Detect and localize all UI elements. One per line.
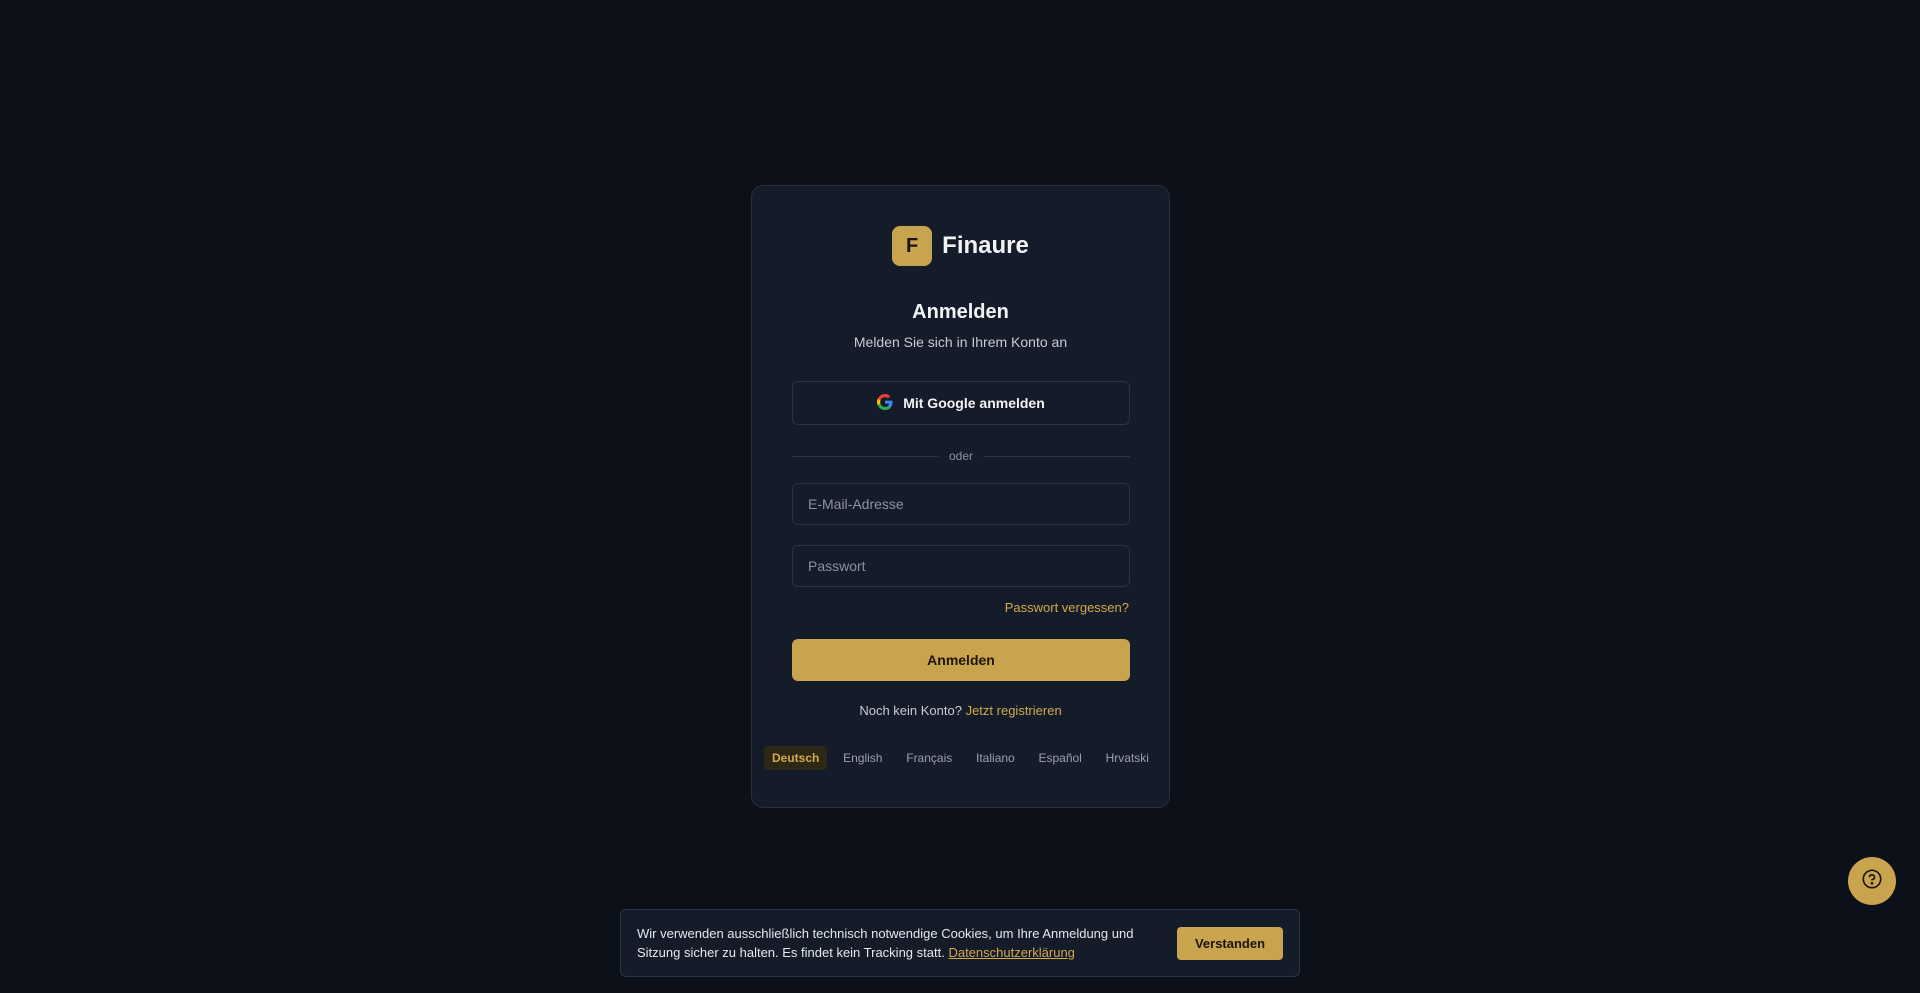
brand-badge: F bbox=[892, 226, 933, 266]
login-card: F Finaure Anmelden Melden Sie sich in Ih… bbox=[751, 185, 1170, 808]
divider-text: oder bbox=[948, 449, 974, 463]
language-option-espanol[interactable]: Español bbox=[1030, 746, 1089, 770]
help-button[interactable] bbox=[1848, 857, 1896, 905]
cookie-accept-button[interactable]: Verstanden bbox=[1177, 926, 1283, 960]
divider-line-right bbox=[983, 455, 1130, 457]
register-link[interactable]: Jetzt registrieren bbox=[966, 703, 1062, 718]
brand-logo: F Finaure bbox=[752, 226, 1169, 266]
password-input[interactable] bbox=[792, 545, 1130, 587]
help-circle-icon bbox=[1861, 868, 1883, 895]
brand-name: Finaure bbox=[942, 232, 1029, 259]
cookie-text-block: Wir verwenden ausschließlich technisch n… bbox=[637, 924, 1157, 962]
google-icon bbox=[877, 393, 893, 413]
or-divider: oder bbox=[792, 448, 1130, 464]
forgot-password-link[interactable]: Passwort vergessen? bbox=[1005, 600, 1129, 615]
language-switcher: Deutsch English Français Italiano Españo… bbox=[764, 746, 1157, 770]
cookie-banner: Wir verwenden ausschließlich technisch n… bbox=[620, 909, 1300, 977]
divider-line-left bbox=[792, 455, 939, 457]
page-title: Anmelden bbox=[912, 301, 1009, 323]
no-account-text: Noch kein Konto? bbox=[859, 703, 962, 718]
language-option-italiano[interactable]: Italiano bbox=[968, 746, 1023, 770]
privacy-policy-link[interactable]: Datenschutzerklärung bbox=[948, 945, 1074, 960]
language-option-francais[interactable]: Français bbox=[898, 746, 960, 770]
google-signin-label: Mit Google anmelden bbox=[903, 395, 1045, 411]
language-option-english[interactable]: English bbox=[835, 746, 890, 770]
login-submit-button[interactable]: Anmelden bbox=[792, 639, 1130, 681]
page-subtitle: Melden Sie sich in Ihrem Konto an bbox=[853, 334, 1068, 350]
language-option-deutsch[interactable]: Deutsch bbox=[764, 746, 828, 770]
language-option-hrvatski[interactable]: Hrvatski bbox=[1098, 746, 1157, 770]
email-input[interactable] bbox=[792, 483, 1130, 525]
register-prompt: Noch kein Konto? Jetzt registrieren bbox=[752, 703, 1169, 718]
google-signin-button[interactable]: Mit Google anmelden bbox=[792, 381, 1130, 425]
